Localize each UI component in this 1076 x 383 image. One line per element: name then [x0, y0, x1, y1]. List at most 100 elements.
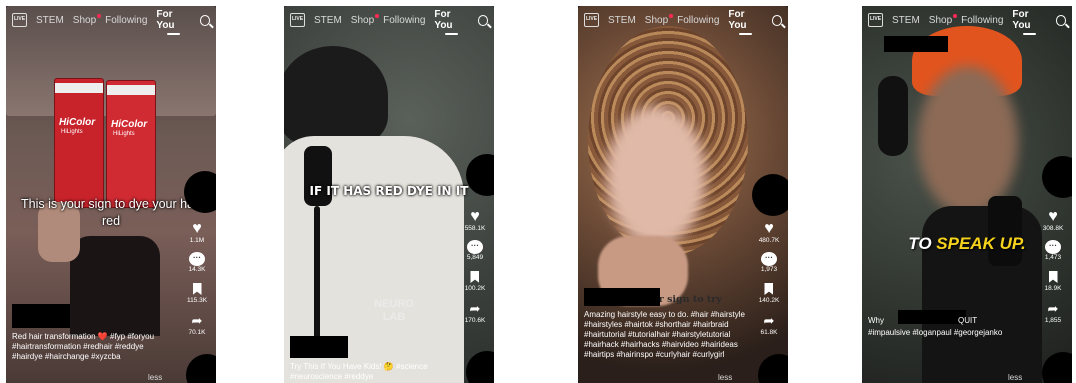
save-button[interactable]: 100.2K	[464, 269, 486, 292]
less-link[interactable]: less	[718, 373, 732, 382]
video-card-2[interactable]: IF IT HAS RED DYE IN IT NEURO LAB ♥ 558.1…	[284, 6, 494, 383]
heart-icon: ♥	[470, 208, 480, 225]
like-button[interactable]: ♥ 1.1M	[190, 220, 204, 244]
tab-shop[interactable]: Shop	[73, 13, 102, 26]
live-icon[interactable]: LIVE	[584, 13, 599, 27]
action-rail: ♥ 308.8K ··· 1,473 18.9K ➦ 1,855	[1038, 208, 1068, 332]
product-brand-label: HiColor	[111, 119, 148, 130]
notification-dot	[669, 13, 674, 18]
product-sub-label: HiLights	[61, 129, 83, 135]
blurred-face	[606, 106, 706, 246]
mic-stand	[314, 206, 320, 356]
caption-area: Try This If You Have Kids! 🤔 #science #n…	[290, 336, 454, 382]
neuro-lab-watermark: NEURO LAB	[374, 298, 414, 323]
comment-button[interactable]: ··· 5,849	[467, 240, 483, 261]
tab-shop[interactable]: Shop	[645, 13, 674, 26]
notification-dot	[953, 13, 958, 18]
bookmark-icon	[1048, 271, 1058, 283]
like-count: 558.1K	[464, 225, 486, 232]
overlay-text-white: TO	[908, 234, 937, 253]
top-nav: LIVE STEM Shop Following For You	[862, 9, 1072, 35]
comment-button[interactable]: ··· 14.3K	[189, 252, 206, 273]
redacted-username[interactable]	[12, 304, 70, 328]
comment-count: 14.3K	[188, 266, 206, 273]
share-arrow-icon: ➦	[1047, 301, 1059, 316]
comment-bubble-icon: ···	[1045, 240, 1061, 254]
tab-following[interactable]: Following	[105, 15, 147, 26]
notification-dot	[375, 13, 380, 18]
caption-text: Red hair transformation ❤️ #fyp #foryou …	[12, 332, 155, 361]
live-icon[interactable]: LIVE	[290, 13, 305, 27]
tab-for-you[interactable]: For You	[434, 9, 468, 35]
action-rail: ♥ 1.1M ··· 14.3K 115.3K ➦ 70.1K	[182, 220, 212, 344]
search-icon[interactable]	[477, 14, 488, 26]
product-brand-label: HiColor	[59, 117, 96, 128]
bookmark-icon	[192, 283, 202, 295]
overlay-text-yellow: SPEAK UP.	[936, 234, 1026, 253]
search-icon[interactable]	[199, 14, 210, 26]
person-body	[922, 206, 1042, 383]
tab-stem[interactable]: STEM	[36, 15, 64, 26]
share-arrow-icon: ➦	[191, 313, 203, 328]
like-button[interactable]: ♥ 480.7K	[759, 220, 780, 244]
share-arrow-icon: ➦	[469, 301, 481, 316]
tab-shop[interactable]: Shop	[929, 13, 958, 26]
comment-button[interactable]: ··· 1,973	[761, 252, 777, 273]
tab-following[interactable]: Following	[383, 15, 425, 26]
caption-hashtags: #impaulsive #loganpaul #georgejanko	[868, 328, 1003, 337]
share-button[interactable]: ➦ 1,855	[1045, 300, 1061, 324]
tab-stem[interactable]: STEM	[608, 15, 636, 26]
tab-stem[interactable]: STEM	[892, 15, 920, 26]
caption-area: Why QUIT #impaulsive #loganpaul #georgej…	[868, 310, 1032, 338]
person-head	[284, 46, 388, 146]
share-button[interactable]: ➦ 61.8K	[761, 312, 778, 336]
music-disc[interactable]	[186, 354, 216, 383]
caption-line-1: Why	[868, 310, 1032, 328]
share-button[interactable]: ➦ 170.6K	[465, 300, 486, 324]
tab-shop[interactable]: Shop	[351, 13, 380, 26]
save-count: 100.2K	[464, 285, 486, 292]
overlay-caption: IF IT HAS RED DYE IN IT	[309, 184, 469, 198]
heart-icon: ♥	[764, 220, 774, 237]
action-rail: ♥ 558.1K ··· 5,849 100.2K ➦ 170.6K	[460, 208, 490, 332]
search-icon[interactable]	[1055, 14, 1066, 26]
tab-following[interactable]: Following	[961, 15, 1003, 26]
bookmark-icon	[470, 271, 480, 283]
search-icon[interactable]	[771, 14, 782, 26]
redacted-caption	[898, 310, 966, 324]
tab-for-you[interactable]: For You	[1012, 9, 1046, 35]
caption-area: Red hair transformation ❤️ #fyp #foryou …	[12, 304, 176, 362]
video-card-1[interactable]: HiColor HiLights HiColor HiLights This i…	[6, 6, 216, 383]
like-button[interactable]: ♥ 308.8K	[1043, 208, 1064, 232]
video-card-3[interactable]: your sign to try ♥ 480.7K ··· 1,973 140.2K…	[578, 6, 788, 383]
video-card-4[interactable]: TO SPEAK UP. ♥ 308.8K ··· 1,473 18.9K ➦ 1,8…	[862, 6, 1072, 383]
redacted-username[interactable]	[584, 288, 660, 306]
redacted-username[interactable]	[290, 336, 348, 358]
less-link[interactable]: less	[148, 373, 162, 382]
caption-text: Try This If You Have Kids! 🤔 #science #n…	[290, 362, 428, 381]
live-icon[interactable]: LIVE	[12, 13, 27, 27]
tab-stem[interactable]: STEM	[314, 15, 342, 26]
save-button[interactable]: 18.9K	[1045, 269, 1062, 292]
like-count: 308.8K	[1042, 225, 1064, 232]
creator-avatar[interactable]	[752, 174, 788, 216]
comment-button[interactable]: ··· 1,473	[1045, 240, 1061, 261]
tab-for-you[interactable]: For You	[728, 9, 762, 35]
notification-dot	[97, 13, 102, 18]
product-sub-label: HiLights	[113, 131, 135, 137]
tab-for-you[interactable]: For You	[156, 9, 190, 35]
comment-count: 1,473	[1044, 254, 1062, 261]
redacted-username-top	[884, 36, 948, 52]
less-link[interactable]: less	[1008, 373, 1022, 382]
like-button[interactable]: ♥ 558.1K	[465, 208, 486, 232]
save-button[interactable]: 115.3K	[187, 281, 207, 304]
bookmark-icon	[764, 283, 774, 295]
caption-area: Amazing hairstyle easy to do. #hair #hai…	[584, 288, 748, 360]
save-count: 140.2K	[758, 297, 780, 304]
live-icon[interactable]: LIVE	[868, 13, 883, 27]
share-count: 70.1K	[188, 329, 206, 336]
tab-following[interactable]: Following	[677, 15, 719, 26]
product-box-left: HiColor HiLights	[54, 78, 104, 208]
share-button[interactable]: ➦ 70.1K	[189, 312, 206, 336]
save-button[interactable]: 140.2K	[758, 281, 780, 304]
